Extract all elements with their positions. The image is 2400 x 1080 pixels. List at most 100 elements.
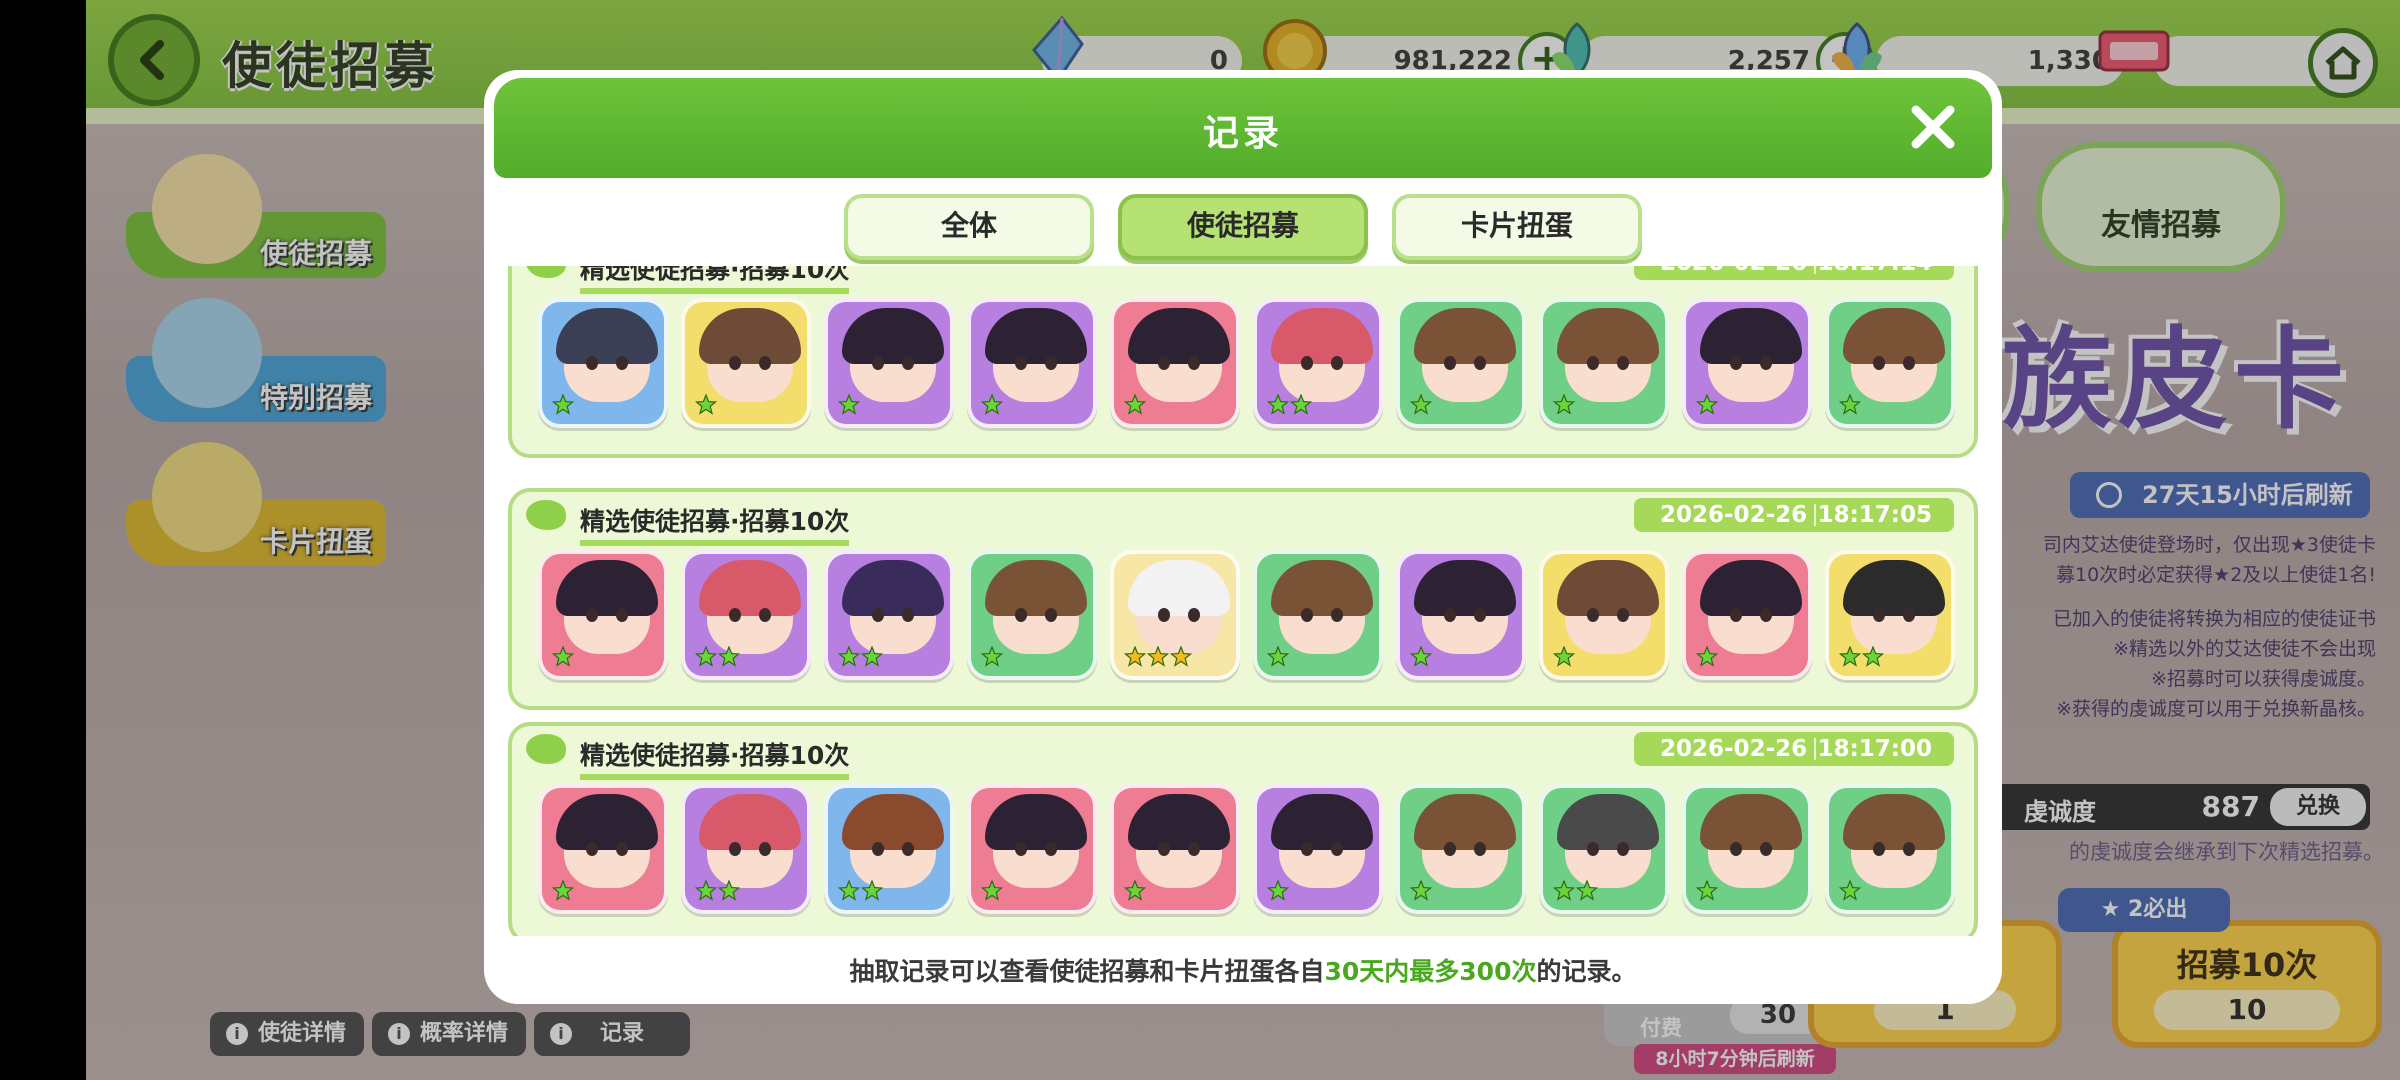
unit-eye [1760,842,1772,856]
close-button[interactable] [1900,94,1966,160]
unit-rarity-stars [1696,646,1718,670]
unit-eye [1188,356,1200,370]
unit-card[interactable] [1825,784,1955,914]
unit-card[interactable] [1396,298,1526,428]
unit-card[interactable] [967,298,1097,428]
date-separator [1814,266,1816,274]
unit-rarity-stars [1124,880,1146,904]
unit-eye [729,356,741,370]
unit-eye [1331,608,1343,622]
footer-text: 抽取记录可以查看使徒招募和卡片扭蛋各自 [849,957,1325,986]
unit-rarity-stars [1410,394,1432,418]
tab-all[interactable]: 全体 [844,194,1094,260]
unit-card[interactable] [1110,550,1240,680]
star-icon [838,394,860,415]
unit-eye [1903,356,1915,370]
star-icon [1696,394,1718,415]
footer-note: 抽取记录可以查看使徒招募和卡片扭蛋各自30天内最多300次的记录。 [484,952,2002,988]
record-title: 精选使徒招募·招募10次 [580,502,850,546]
unit-card[interactable] [1539,298,1669,428]
unit-hair [1128,560,1230,616]
unit-eye [1045,356,1057,370]
star-icon [1696,880,1718,901]
modal-header: 记录 [494,78,1992,178]
record-units [538,784,1958,918]
unit-card[interactable] [967,784,1097,914]
star-icon [1553,646,1575,667]
unit-rarity-stars [695,880,740,904]
unit-card[interactable] [1110,298,1240,428]
unit-card[interactable] [1539,550,1669,680]
unit-eye [1015,608,1027,622]
unit-hair [1557,560,1659,616]
unit-card[interactable] [1396,784,1526,914]
star-icon [1124,880,1146,901]
records-modal: 记录 全体 使徒招募 卡片扭蛋 精选使徒招募·招募10次 2026-02-26 [484,70,2002,1004]
unit-eye [586,356,598,370]
unit-rarity-stars [1410,880,1432,904]
unit-eye [616,842,628,856]
unit-rarity-stars [838,394,860,418]
unit-rarity-stars [1553,394,1575,418]
unit-hair [556,308,658,364]
unit-eye [1617,356,1629,370]
unit-rarity-stars [1124,646,1192,670]
unit-eye [1301,356,1313,370]
date-separator [1814,504,1816,526]
unit-eye [1730,356,1742,370]
unit-card[interactable] [967,550,1097,680]
tab-unit-recruit[interactable]: 使徒招募 [1118,194,1368,260]
record-date: 2026-02-26 [1660,736,1808,762]
unit-card[interactable] [1539,784,1669,914]
record-date: 2026-02-26 [1660,266,1807,280]
unit-eye [1760,608,1772,622]
unit-card[interactable] [538,550,668,680]
unit-card[interactable] [681,550,811,680]
star-icon [838,880,860,901]
star-icon [981,880,1003,901]
unit-card[interactable] [1825,550,1955,680]
unit-card[interactable] [824,298,954,428]
unit-card[interactable] [1396,550,1526,680]
unit-card[interactable] [1682,550,1812,680]
unit-eye [1474,608,1486,622]
unit-card[interactable] [1253,550,1383,680]
unit-rarity-stars [1267,394,1312,418]
unit-hair [1843,560,1945,616]
unit-card[interactable] [1110,784,1240,914]
unit-card[interactable] [681,298,811,428]
star-icon [1267,394,1289,415]
unit-hair [1700,794,1802,850]
unit-hair [699,308,801,364]
tab-card-gacha[interactable]: 卡片扭蛋 [1392,194,1642,260]
unit-card[interactable] [1825,298,1955,428]
unit-hair [985,560,1087,616]
unit-eye [1331,356,1343,370]
unit-card[interactable] [1253,784,1383,914]
unit-hair [985,794,1087,850]
record-filter-tabs: 全体 使徒招募 卡片扭蛋 [844,194,1644,264]
unit-eye [1873,356,1885,370]
star-icon [981,646,1003,667]
unit-rarity-stars [981,646,1003,670]
unit-eye [1045,608,1057,622]
records-list[interactable]: 精选使徒招募·招募10次 2026-02-26 18:17:14 精选使徒招募·… [508,266,1978,936]
unit-rarity-stars [1696,880,1718,904]
star-icon [552,880,574,901]
unit-hair [1557,308,1659,364]
unit-card[interactable] [824,550,954,680]
unit-card[interactable] [824,784,954,914]
record-units [538,298,1958,432]
star-icon [1696,646,1718,667]
star-icon [1839,394,1861,415]
unit-eye [1617,842,1629,856]
unit-card[interactable] [1682,784,1812,914]
unit-card[interactable] [1253,298,1383,428]
unit-eye [586,608,598,622]
unit-card[interactable] [538,298,668,428]
unit-card[interactable] [538,784,668,914]
unit-hair [842,794,944,850]
unit-card[interactable] [1682,298,1812,428]
unit-card[interactable] [681,784,811,914]
star-icon [552,646,574,667]
